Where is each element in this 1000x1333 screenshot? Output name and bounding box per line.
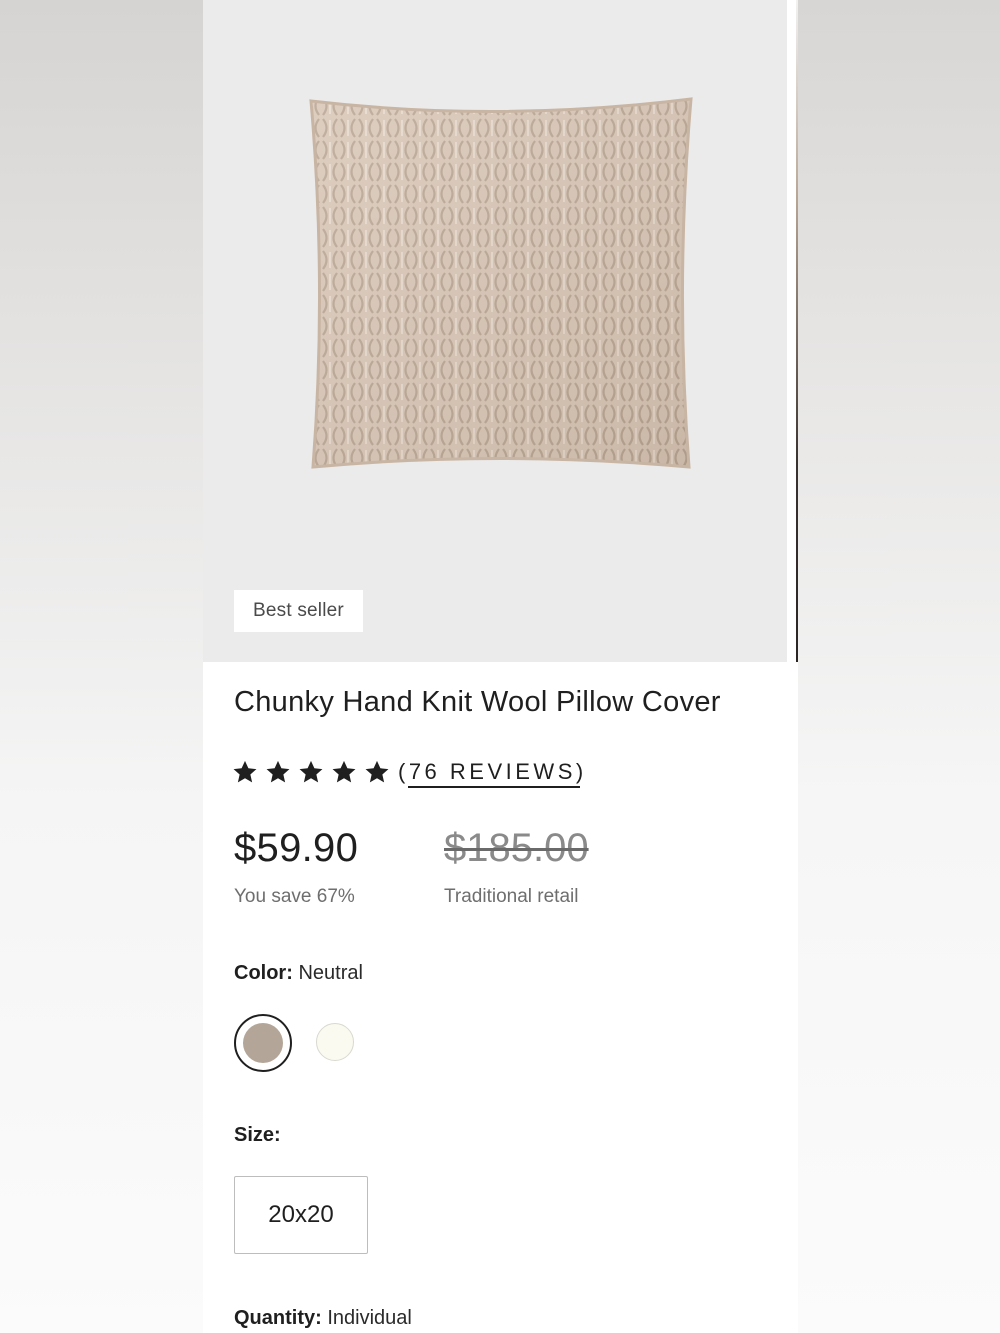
color-label-row: Color: Neutral (234, 962, 363, 985)
product-image[interactable]: Best seller (203, 0, 787, 662)
color-swatch-neutral[interactable] (234, 1014, 292, 1072)
star-icon (365, 760, 389, 783)
star-icon (332, 760, 356, 783)
quantity-label-row: Quantity: Individual (234, 1307, 412, 1330)
sale-price: $59.90 (234, 826, 359, 870)
size-option-20x20[interactable]: 20x20 (234, 1176, 368, 1254)
product-title: Chunky Hand Knit Wool Pillow Cover (234, 686, 721, 718)
star-icon (233, 760, 257, 783)
savings-text: You save 67% (234, 886, 355, 907)
background-right (798, 0, 1000, 1333)
reviews-underline (408, 786, 580, 788)
original-price: $185.00 (444, 826, 589, 870)
next-image-edge (796, 0, 798, 662)
next-image-peek[interactable] (787, 0, 798, 662)
star-icon (299, 760, 323, 783)
original-price-label: Traditional retail (444, 886, 579, 907)
size-label: Size: (234, 1124, 281, 1146)
best-seller-badge: Best seller (234, 590, 363, 632)
selected-quantity: Individual (327, 1307, 412, 1329)
star-icon (266, 760, 290, 783)
color-label: Color: (234, 962, 293, 984)
color-swatch-ivory[interactable] (316, 1023, 354, 1061)
product-page: Best seller Chunky Hand Knit Wool Pillow… (203, 0, 798, 1333)
background-left (0, 0, 203, 1333)
star-rating (231, 758, 391, 786)
swatch-fill (243, 1023, 283, 1063)
reviews-link[interactable]: (76 REVIEWS) (398, 759, 587, 785)
quantity-label: Quantity: (234, 1307, 322, 1329)
selected-color: Neutral (298, 962, 363, 984)
pillow-image (303, 95, 693, 475)
